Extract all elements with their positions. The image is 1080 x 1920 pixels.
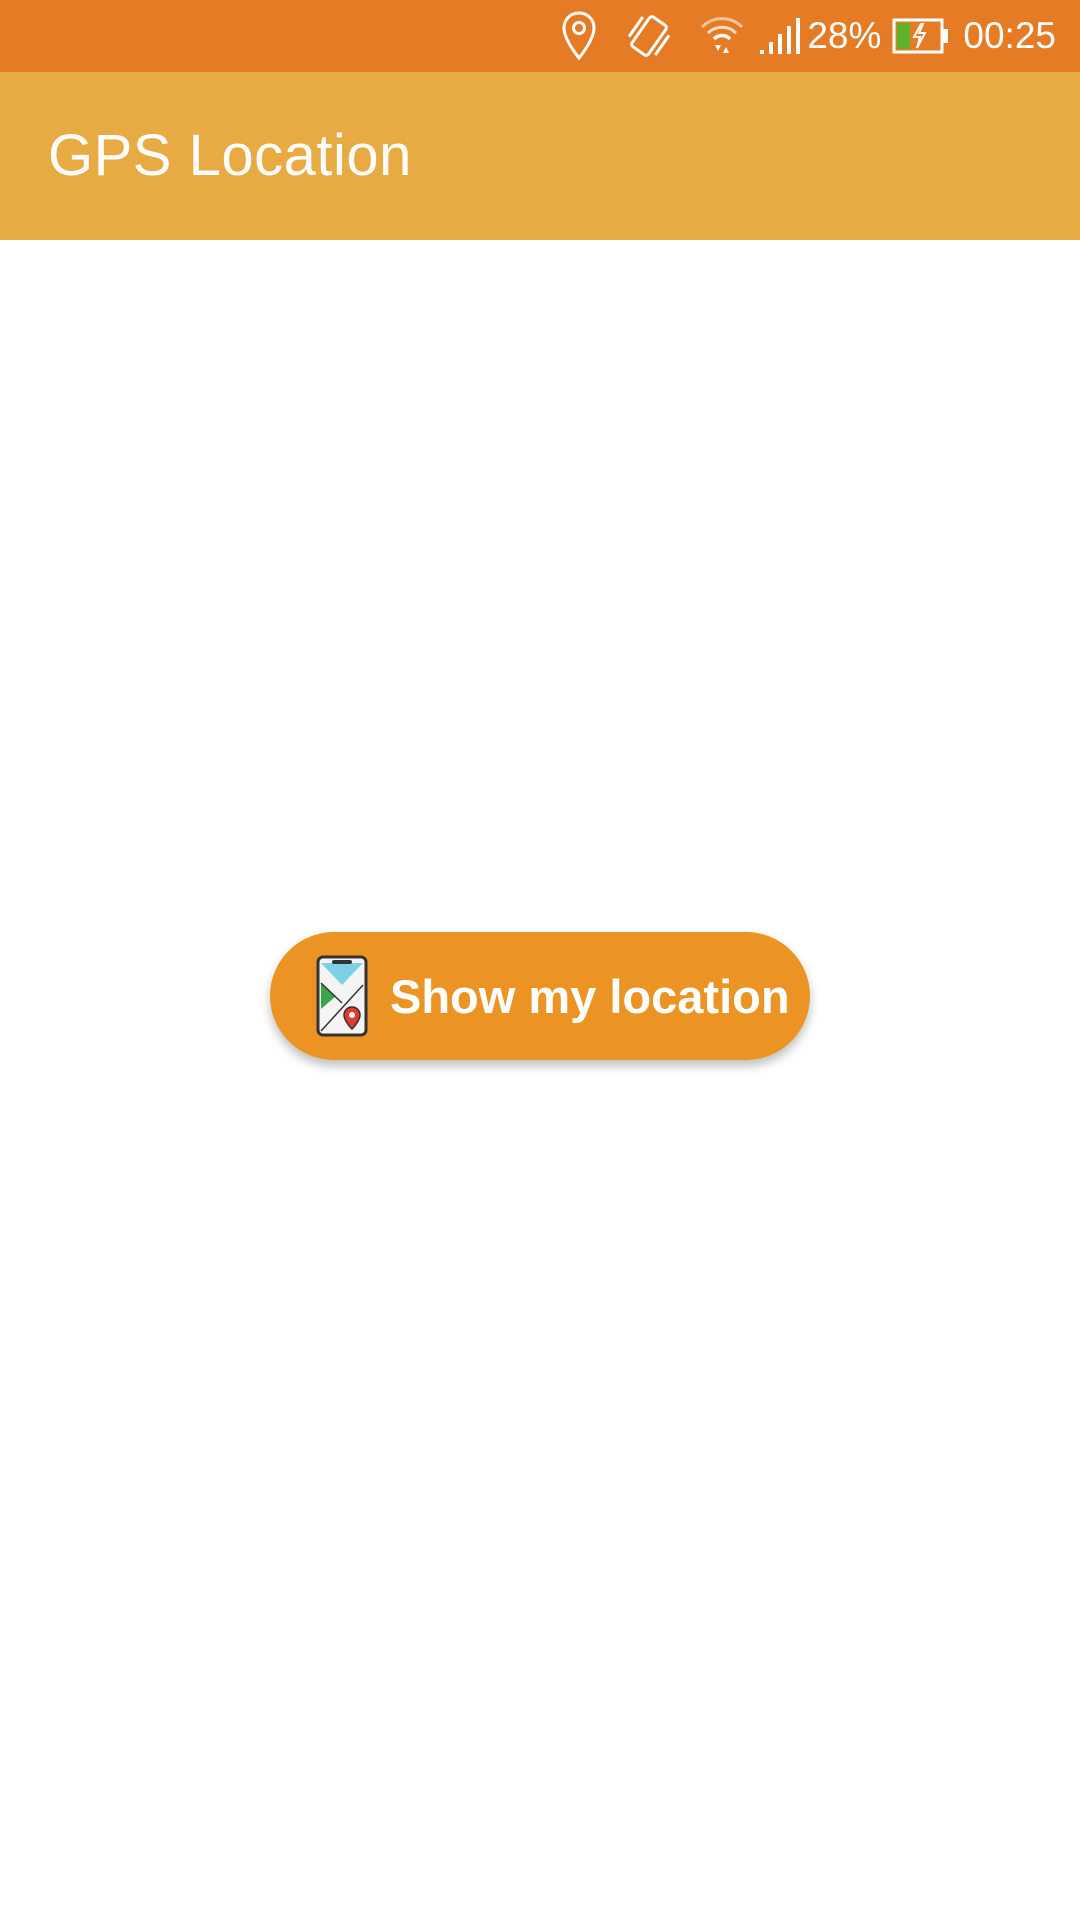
status-bar: 28% 00:25 — [0, 0, 1080, 72]
clock: 00:25 — [963, 15, 1056, 56]
battery-percent: 28% — [807, 15, 882, 56]
show-location-button-label: Show my location — [390, 969, 790, 1023]
app-bar: GPS Location — [0, 72, 1080, 240]
page-title: GPS Location — [48, 123, 412, 188]
signal-icon — [753, 0, 807, 72]
phone-map-pin-icon — [316, 955, 368, 1037]
show-location-button[interactable]: Show my location — [270, 932, 810, 1060]
battery-charging-icon — [889, 0, 953, 72]
location-icon — [551, 0, 607, 72]
vibrate-icon — [607, 0, 691, 72]
main-content — [0, 240, 1080, 1920]
wifi-icon — [691, 0, 753, 72]
status-icons: 28% 00:25 — [551, 0, 1056, 72]
